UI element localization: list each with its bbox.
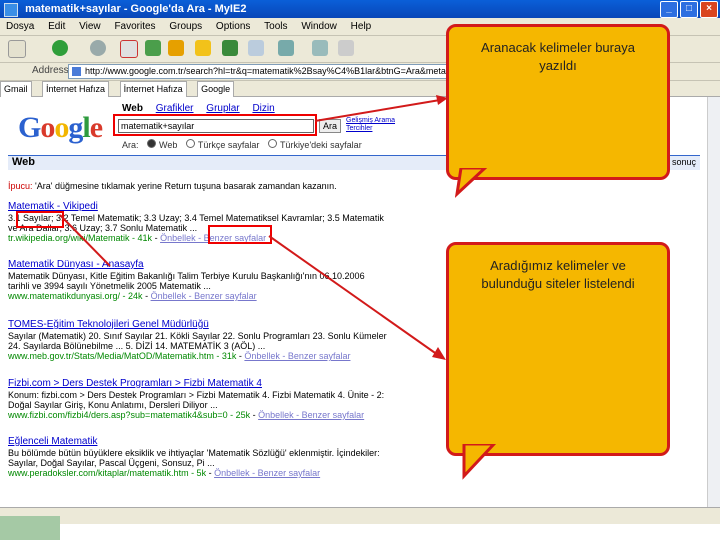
address-input[interactable]: http://www.google.com.tr/search?hl=tr&q=… xyxy=(68,64,466,79)
result-title[interactable]: Eğlenceli Matematik xyxy=(8,436,388,448)
result-title[interactable]: Fizbi.com > Ders Destek Programları > Fi… xyxy=(8,378,388,390)
menu-favorites[interactable]: Favorites xyxy=(114,21,155,32)
tip-label: İpucu: xyxy=(8,181,33,191)
preferences-link[interactable]: Tercihler xyxy=(346,125,395,133)
radio-web-label: Web xyxy=(159,140,178,150)
menu-view[interactable]: View xyxy=(79,21,101,32)
menu-tools[interactable]: Tools xyxy=(264,21,287,32)
result-url: tr.wikipedia.org/wiki/Matematik - 41k xyxy=(8,233,153,243)
menu-help[interactable]: Help xyxy=(351,21,372,32)
home-icon[interactable] xyxy=(168,40,184,56)
status-bar xyxy=(0,507,720,524)
search-button[interactable]: Ara xyxy=(319,119,342,133)
link-hafiza-1[interactable]: İnternet Hafıza xyxy=(42,81,110,98)
forward-icon[interactable] xyxy=(90,40,106,56)
search-result: Fizbi.com > Ders Destek Programları > Fi… xyxy=(8,378,388,420)
result-url: www.meb.gov.tr/Stats/Media/MatOD/Matemat… xyxy=(8,351,237,361)
tab-web[interactable]: Web xyxy=(122,103,143,114)
callout-search-terms: Aranacak kelimeler buraya yazıldı xyxy=(446,24,670,180)
minimize-button[interactable]: _ xyxy=(660,1,678,18)
history-icon[interactable] xyxy=(248,40,264,56)
radio-web[interactable] xyxy=(147,139,157,148)
browser-icon xyxy=(4,3,18,17)
result-url: www.matematikdunyasi.org/ - 24k xyxy=(8,291,143,301)
callout-tail-top xyxy=(455,168,488,198)
search-result: Matematik - Vikipedi 3.1 Sayılar; 3.2 Te… xyxy=(8,201,388,243)
highlight-sayilar xyxy=(16,211,64,228)
menu-groups[interactable]: Groups xyxy=(169,21,202,32)
back-icon[interactable] xyxy=(52,40,68,56)
search-scope: Ara: Web Türkçe sayfalar Türkiye'deki sa… xyxy=(122,139,362,150)
link-google[interactable]: Google xyxy=(197,81,235,98)
window-controls: _ □ × xyxy=(660,1,718,18)
groups-icon[interactable] xyxy=(222,40,238,56)
callout-results: Aradığımız kelimeler ve bulunduğu sitele… xyxy=(446,242,670,456)
search-icon[interactable] xyxy=(278,40,294,56)
menu-file[interactable]: Dosya xyxy=(6,21,34,32)
search-result: Eğlenceli Matematik Bu bölümde bütün büy… xyxy=(8,436,388,478)
highlight-matematik xyxy=(208,225,272,244)
new-window-icon[interactable] xyxy=(8,40,26,58)
callout-tail-bottom xyxy=(462,444,497,480)
result-snippet: 3.1 Sayılar; 3.2 Temel Matematik; 3.3 Uz… xyxy=(8,213,384,233)
result-snippet: Bu bölümde bütün büyüklere eksiklik ve i… xyxy=(8,448,380,468)
result-url: www.fizbi.com/fizbi4/ders.asp?sub=matema… xyxy=(8,410,251,420)
result-snippet: Matematik Dünyası, Kitle Eğitim Bakanlığ… xyxy=(8,271,365,291)
result-snippet: Sayılar (Matematik) 20. Sınıf Sayılar 21… xyxy=(8,331,387,351)
radio-turkey[interactable] xyxy=(267,139,277,148)
close-button[interactable]: × xyxy=(700,1,718,18)
result-title[interactable]: TOMES-Eğitim Teknolojileri Genel Müdürlü… xyxy=(8,319,388,331)
callout-results-text: Aradığımız kelimeler ve bulunduğu sitele… xyxy=(481,258,635,291)
print-icon[interactable] xyxy=(312,40,328,56)
menu-options[interactable]: Options xyxy=(216,21,250,32)
link-gmail[interactable]: Gmail xyxy=(0,81,32,98)
advanced-links: Gelişmiş Arama Tercihler xyxy=(346,117,395,133)
slide-corner-block xyxy=(0,516,60,540)
result-title[interactable]: Matematik - Vikipedi xyxy=(8,201,388,213)
options-icon[interactable] xyxy=(338,40,354,56)
menu-edit[interactable]: Edit xyxy=(48,21,65,32)
tail-bottom-shape xyxy=(462,444,497,480)
radio-turkey-label: Türkiye'deki sayfalar xyxy=(279,140,362,150)
scope-label: Ara: xyxy=(122,140,139,150)
link-hafiza-2[interactable]: İnternet Hafıza xyxy=(119,81,187,98)
search-result: TOMES-Eğitim Teknolojileri Genel Müdürlü… xyxy=(8,319,388,361)
tab-directory[interactable]: Dizin xyxy=(252,103,274,114)
search-tip: İpucu: 'Ara' düğmesine tıklamak yerine R… xyxy=(8,181,337,191)
tail-top-shape xyxy=(455,168,488,198)
google-logo[interactable]: Google xyxy=(18,111,103,145)
favorites-icon[interactable] xyxy=(195,40,211,56)
search-tabs: Web Grafikler Gruplar Dizin xyxy=(122,103,285,114)
result-cache-link[interactable]: Önbellek - Benzer sayfalar xyxy=(244,351,350,361)
highlight-search-box xyxy=(113,114,317,136)
menu-window[interactable]: Window xyxy=(301,21,337,32)
refresh-icon[interactable] xyxy=(145,40,161,56)
stop-icon[interactable] xyxy=(120,40,138,58)
tab-images[interactable]: Grafikler xyxy=(156,103,194,114)
advanced-search-link[interactable]: Gelişmiş Arama xyxy=(346,117,395,125)
window-titlebar: matematik+sayılar - Google'da Ara - MyIE… xyxy=(0,0,720,18)
callout-search-terms-text: Aranacak kelimeler buraya yazıldı xyxy=(481,40,635,73)
result-snippet: Konum: fizbi.com > Ders Destek Programla… xyxy=(8,390,385,410)
tab-groups[interactable]: Gruplar xyxy=(206,103,239,114)
result-cache-link[interactable]: Önbellek - Benzer sayfalar xyxy=(258,410,364,420)
result-title[interactable]: Matematik Dünyası - Anasayfa xyxy=(8,259,388,271)
address-label: Address xyxy=(32,65,69,76)
result-cache-link[interactable]: Önbellek - Benzer sayfalar xyxy=(151,291,257,301)
result-url: www.peradoksler.com/kitaplar/matematik.h… xyxy=(8,468,207,478)
results-header-title: Web xyxy=(12,156,36,168)
maximize-button[interactable]: □ xyxy=(680,1,698,18)
tip-text: 'Ara' düğmesine tıklamak yerine Return t… xyxy=(32,181,337,191)
search-result: Matematik Dünyası - Anasayfa Matematik D… xyxy=(8,259,388,301)
vertical-scrollbar[interactable] xyxy=(707,97,720,507)
result-cache-link[interactable]: Önbellek - Benzer sayfalar xyxy=(214,468,320,478)
radio-turkish[interactable] xyxy=(185,139,195,148)
window-title: matematik+sayılar - Google'da Ara - MyIE… xyxy=(25,3,247,15)
radio-turkish-label: Türkçe sayfalar xyxy=(197,140,260,150)
